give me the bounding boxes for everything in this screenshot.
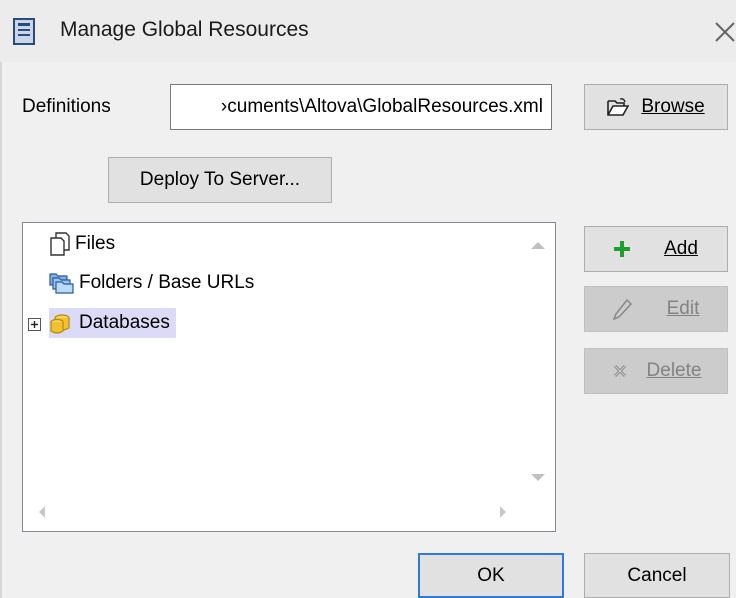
deploy-label: Deploy To Server... bbox=[139, 169, 301, 190]
scroll-up-arrow bbox=[531, 242, 545, 249]
tree-item-label: Databases bbox=[79, 312, 170, 333]
scroll-down-arrow bbox=[531, 474, 545, 481]
cancel-label: Cancel bbox=[627, 564, 687, 586]
folders-icon bbox=[49, 271, 75, 295]
edit-label: Edit bbox=[666, 298, 700, 319]
tree-item-files[interactable]: Files bbox=[49, 229, 115, 259]
ok-button[interactable]: OK bbox=[418, 553, 564, 598]
delete-label: Delete bbox=[646, 360, 702, 381]
dialog-icon bbox=[12, 18, 38, 46]
pencil-icon bbox=[612, 298, 633, 320]
definitions-label: Definitions bbox=[22, 96, 111, 117]
scroll-right-arrow bbox=[500, 506, 506, 518]
window-title: Manage Global Resources bbox=[60, 18, 309, 41]
database-icon bbox=[49, 310, 75, 336]
tree-item-databases[interactable]: Databases bbox=[49, 308, 176, 338]
add-label: Add bbox=[664, 238, 698, 259]
tree-expand-toggle[interactable] bbox=[28, 318, 41, 331]
deploy-to-server-button[interactable]: Deploy To Server... bbox=[108, 157, 332, 203]
plus-icon bbox=[614, 241, 631, 257]
browse-button[interactable]: Browse bbox=[584, 84, 728, 130]
tree-item-label: Files bbox=[75, 233, 116, 254]
definitions-path-text: ›cuments\Altova\GlobalResources.xml bbox=[220, 96, 543, 117]
delete-button[interactable]: Delete bbox=[584, 348, 728, 394]
edit-button[interactable]: Edit bbox=[584, 286, 728, 332]
browse-label: Browse bbox=[641, 96, 705, 117]
files-icon bbox=[49, 232, 71, 256]
tree-item-folders[interactable]: Folders / Base URLs bbox=[49, 268, 254, 298]
tree-item-label: Folders / Base URLs bbox=[79, 272, 255, 293]
resource-tree[interactable]: Files Folders / Base URLs Databases bbox=[22, 222, 556, 532]
ok-label: OK bbox=[477, 564, 505, 586]
close-icon[interactable] bbox=[712, 14, 736, 48]
scroll-left-arrow bbox=[39, 506, 45, 518]
vertical-scrollbar[interactable] bbox=[521, 223, 555, 493]
horizontal-scrollbar[interactable] bbox=[23, 493, 523, 531]
definitions-path-field[interactable]: ›cuments\Altova\GlobalResources.xml bbox=[170, 84, 552, 130]
add-button[interactable]: Add bbox=[584, 226, 728, 272]
open-folder-icon bbox=[607, 97, 630, 117]
delete-icon bbox=[611, 362, 629, 380]
title-bar: Manage Global Resources bbox=[0, 0, 736, 62]
cancel-button[interactable]: Cancel bbox=[584, 553, 730, 598]
